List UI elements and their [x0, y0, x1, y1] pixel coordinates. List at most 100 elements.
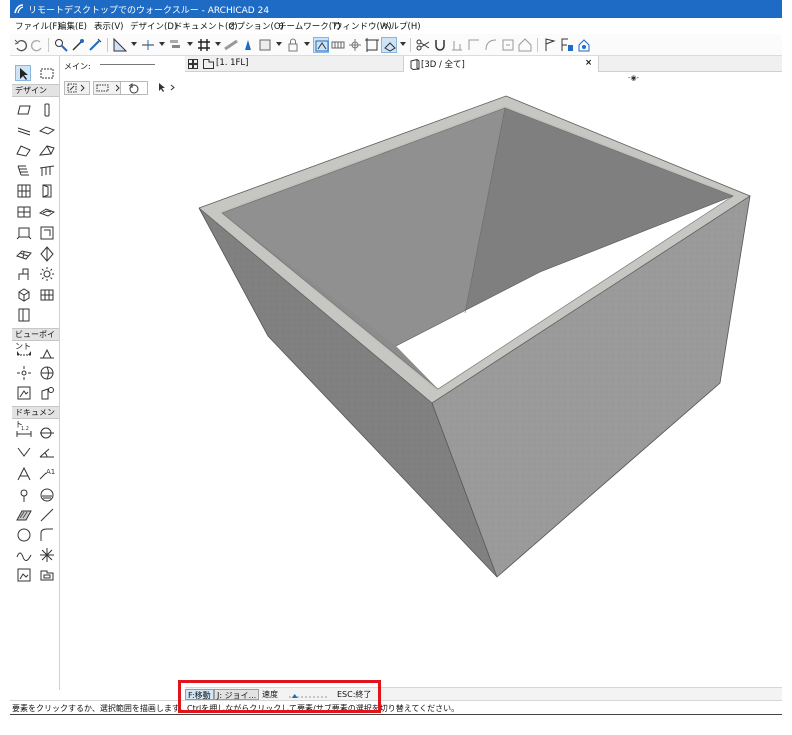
navigation-widget-icon[interactable]: -◉-: [628, 74, 648, 84]
menu-teamwork[interactable]: チームワーク(T): [278, 20, 341, 32]
picture-icon[interactable]: [39, 567, 55, 583]
cursor-options-icon[interactable]: [155, 81, 179, 95]
3d-model-icon[interactable]: [364, 37, 380, 53]
grid-icon[interactable]: [196, 37, 212, 53]
shell-icon[interactable]: [39, 142, 55, 158]
tab-3d[interactable]: [3D / 全て] ×: [403, 56, 599, 72]
curve-icon[interactable]: [483, 37, 499, 53]
mesh-icon[interactable]: [16, 246, 32, 262]
trace-icon[interactable]: [313, 37, 329, 53]
morph-icon[interactable]: [39, 246, 55, 262]
3d-viewport[interactable]: [185, 72, 782, 687]
flag-icon[interactable]: [542, 37, 558, 53]
fill-pattern-icon[interactable]: [223, 37, 239, 53]
change-icon[interactable]: [16, 385, 32, 401]
beam-icon[interactable]: [16, 122, 32, 138]
menu-view[interactable]: 表示(V): [94, 20, 123, 32]
snap-guides-icon[interactable]: [140, 37, 156, 53]
crosshair-icon[interactable]: [347, 37, 363, 53]
door-icon[interactable]: [39, 183, 55, 199]
roof-icon[interactable]: [16, 142, 32, 158]
lock-icon[interactable]: [285, 37, 301, 53]
menu-help[interactable]: ヘルプ(H): [382, 20, 421, 32]
svg-text:1.2: 1.2: [21, 426, 29, 432]
hotspot-icon[interactable]: [16, 487, 32, 503]
spline-icon[interactable]: [16, 547, 32, 563]
window-title: リモートデスクトップでのウォークスルー - ARCHICAD 24: [28, 6, 270, 16]
menu-file[interactable]: ファイル(F): [15, 20, 61, 32]
elevation-icon[interactable]: [39, 345, 55, 361]
3d-view-mode-icon[interactable]: [381, 37, 397, 53]
skylight-icon[interactable]: [39, 204, 55, 220]
selection-method-group[interactable]: [64, 81, 90, 95]
publish-icon[interactable]: [576, 37, 592, 53]
redo-icon[interactable]: [29, 37, 45, 53]
zone-icon[interactable]: [16, 287, 32, 303]
scissors-icon[interactable]: [415, 37, 431, 53]
stair-icon[interactable]: [16, 162, 32, 178]
toolbox-header-viewpoint[interactable]: ビューポイント: [12, 328, 59, 351]
align-icon[interactable]: [449, 37, 465, 53]
interior-elevation-icon[interactable]: [16, 365, 32, 381]
pick-up-parameters-icon[interactable]: [53, 37, 69, 53]
camera-icon[interactable]: [39, 385, 55, 401]
rotate-view-icon[interactable]: [120, 81, 148, 95]
standard-toolbar: [10, 34, 782, 56]
toolbox-header-document[interactable]: ドキュメント: [12, 406, 59, 429]
corner-window-icon[interactable]: [39, 225, 55, 241]
pen-icon[interactable]: [240, 37, 256, 53]
curtain-wall-icon[interactable]: [16, 183, 32, 199]
undo-icon[interactable]: [13, 37, 29, 53]
syringe-icon[interactable]: [87, 37, 103, 53]
fill-icon[interactable]: [16, 507, 32, 523]
tab-overview-icon[interactable]: [188, 59, 198, 69]
magnet-icon[interactable]: [432, 37, 448, 53]
angle-dimension-icon[interactable]: [39, 444, 55, 460]
figure-icon[interactable]: [39, 487, 55, 503]
label-icon[interactable]: A1: [39, 466, 55, 482]
status-bar: 要素をクリックするか、選択範囲を描画します。Ctrlを押しながらクリックして要素…: [10, 700, 782, 714]
object-icon[interactable]: [16, 266, 32, 282]
menu-design[interactable]: デザイン(D): [130, 20, 177, 32]
eyedropper-icon[interactable]: [70, 37, 86, 53]
menu-edit[interactable]: 編集(E): [58, 20, 87, 32]
tab-close-button[interactable]: ×: [585, 58, 592, 68]
column-icon[interactable]: [39, 102, 55, 118]
detail-icon[interactable]: [39, 365, 55, 381]
circle-icon[interactable]: [16, 527, 32, 543]
radial-dimension-icon[interactable]: [39, 424, 55, 440]
wall-end-icon[interactable]: [39, 287, 55, 303]
menu-options[interactable]: オプション(O): [228, 20, 284, 32]
level-dimension-icon[interactable]: [16, 444, 32, 460]
railing-icon[interactable]: [39, 162, 55, 178]
window-icon[interactable]: [16, 204, 32, 220]
worksheet-icon[interactable]: [16, 307, 32, 323]
infobox-label: メイン:: [64, 62, 91, 71]
text-icon[interactable]: [16, 466, 32, 482]
polyline-icon[interactable]: [39, 527, 55, 543]
window-bottom-border: [10, 714, 782, 715]
layers-icon[interactable]: [168, 37, 184, 53]
guide-line-icon[interactable]: [112, 37, 128, 53]
grid-element-icon[interactable]: [39, 547, 55, 563]
line-icon[interactable]: [39, 507, 55, 523]
layout-book-icon[interactable]: [559, 37, 575, 53]
arrow-pointer-icon[interactable]: [15, 65, 31, 81]
section-icon[interactable]: [16, 345, 32, 361]
lamp-icon[interactable]: [39, 266, 55, 282]
corner-icon[interactable]: [466, 37, 482, 53]
dimension-icon[interactable]: 1.2: [16, 424, 32, 440]
home-icon[interactable]: [517, 37, 533, 53]
elevation-marker-icon[interactable]: [330, 37, 346, 53]
slab-icon[interactable]: [39, 122, 55, 138]
marquee-icon[interactable]: [39, 65, 55, 81]
floor-plan-icon: [203, 59, 214, 69]
frame-icon[interactable]: [257, 37, 273, 53]
wall-icon[interactable]: [16, 102, 32, 118]
offset-icon[interactable]: [500, 37, 516, 53]
archicad-logo-icon: [14, 4, 24, 14]
toolbox-header-design[interactable]: デザイン: [12, 84, 59, 97]
opening-icon[interactable]: [16, 225, 32, 241]
tab-floor-plan[interactable]: [1. 1FL]: [216, 58, 248, 68]
drawing-icon[interactable]: [16, 567, 32, 583]
